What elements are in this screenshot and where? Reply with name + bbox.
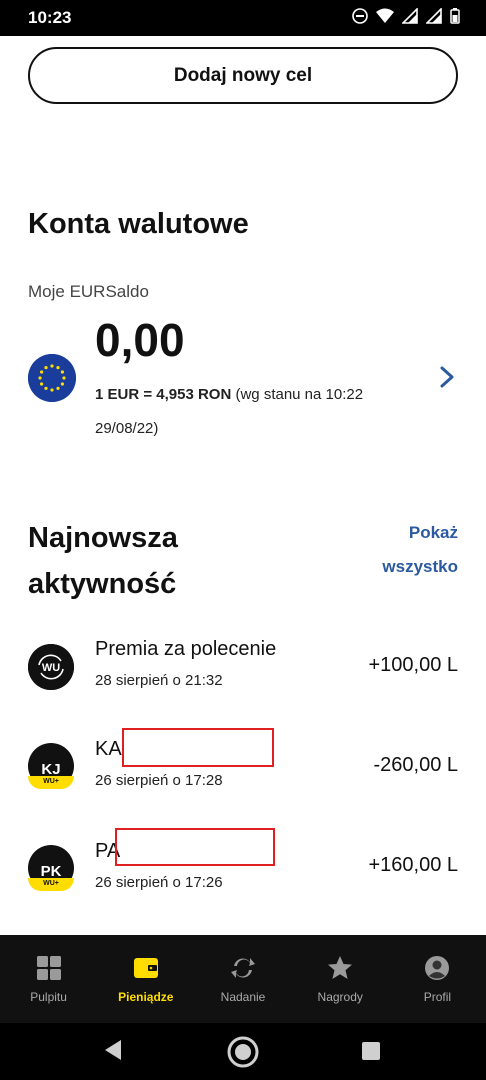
status-bar: 10:23 — [0, 0, 486, 36]
tx-date: 28 sierpień o 21:32 — [95, 672, 223, 689]
avatar-initials: KJ — [41, 760, 61, 778]
exchange-rate-value: 1 EUR = 4,953 RON — [95, 386, 232, 403]
dashboard-icon — [36, 956, 61, 980]
nav-item-profile[interactable]: Profil — [389, 935, 486, 1023]
system-nav-bar — [0, 1023, 486, 1080]
avatar: PK WU+ — [28, 845, 74, 891]
avatar: KJ WU+ — [28, 743, 74, 789]
signal-icon-2 — [426, 8, 442, 24]
tx-amount: +100,00 L — [368, 654, 458, 676]
nav-label: Nadanie — [220, 990, 266, 1004]
wu-refer-icon: WU — [28, 644, 74, 690]
add-goal-button[interactable]: Dodaj nowy cel — [28, 47, 458, 104]
tx-amount: +160,00 L — [368, 854, 458, 876]
accounts-title: Konta walutowe — [28, 208, 249, 240]
home-icon[interactable] — [226, 1035, 260, 1069]
nav-label: Nagrody — [317, 990, 363, 1004]
redaction-box — [115, 828, 275, 866]
do-not-disturb-icon — [352, 8, 368, 24]
activity-title-line1: Najnowsza — [28, 522, 178, 554]
redaction-box — [122, 728, 274, 767]
recents-icon[interactable] — [362, 1042, 380, 1060]
account-label: Moje EURSaldo — [28, 282, 149, 301]
tx-date: 26 sierpień o 17:28 — [95, 772, 223, 789]
battery-icon — [450, 8, 460, 24]
star-icon — [328, 956, 353, 979]
list-item[interactable]: PK WU+ PA 26 sierpień o 17:26 +160,00 L — [0, 828, 486, 912]
wu-plus-badge: WU+ — [28, 776, 74, 789]
tx-name: Premia za polecenie — [95, 638, 277, 660]
svg-text:WU: WU — [42, 662, 60, 674]
tx-amount: -260,00 L — [373, 754, 458, 776]
wu-plus-badge: WU+ — [28, 878, 74, 891]
nav-item-dashboard[interactable]: Pulpitu — [0, 935, 97, 1023]
list-item[interactable]: WU Premia za polecenie 28 sierpień o 21:… — [0, 630, 486, 710]
bottom-nav: Pulpitu Pieniądze Nadanie Nagrody Profil — [0, 935, 486, 1023]
exchange-rate: 1 EUR = 4,953 RON (wg stanu na 10:22 29/… — [95, 378, 395, 446]
transfer-icon — [231, 958, 255, 978]
tx-name: KA — [95, 738, 122, 760]
status-time: 10:23 — [28, 8, 72, 27]
nav-label: Profil — [423, 990, 452, 1004]
account-balance: 0,00 — [95, 314, 185, 366]
eu-flag-icon — [28, 354, 76, 402]
profile-icon — [425, 956, 450, 980]
add-goal-label: Dodaj nowy cel — [173, 64, 313, 86]
avatar-initials: PK — [40, 862, 62, 880]
nav-label: Pulpitu — [30, 990, 67, 1004]
back-icon[interactable] — [103, 1039, 123, 1061]
activity-title-line2: aktywność — [28, 568, 177, 600]
show-all-line2: wszystko — [382, 557, 458, 576]
nav-item-send[interactable]: Nadanie — [194, 935, 291, 1023]
nav-label: Pieniądze — [118, 990, 174, 1004]
tx-date: 26 sierpień o 17:26 — [95, 874, 223, 891]
status-icons — [352, 8, 460, 24]
wallet-icon — [133, 958, 158, 978]
signal-icon — [402, 8, 418, 24]
chevron-right-icon[interactable] — [436, 364, 458, 390]
list-item[interactable]: KJ WU+ KA 26 sierpień o 17:28 -260,00 L — [0, 728, 486, 810]
nav-item-rewards[interactable]: Nagrody — [292, 935, 389, 1023]
show-all-line1: Pokaż — [408, 523, 458, 542]
wifi-icon — [376, 8, 394, 23]
activity-title: Najnowsza aktywność — [28, 515, 178, 607]
show-all-link[interactable]: Pokaż wszystko — [348, 516, 458, 584]
nav-item-money[interactable]: Pieniądze — [97, 935, 194, 1023]
